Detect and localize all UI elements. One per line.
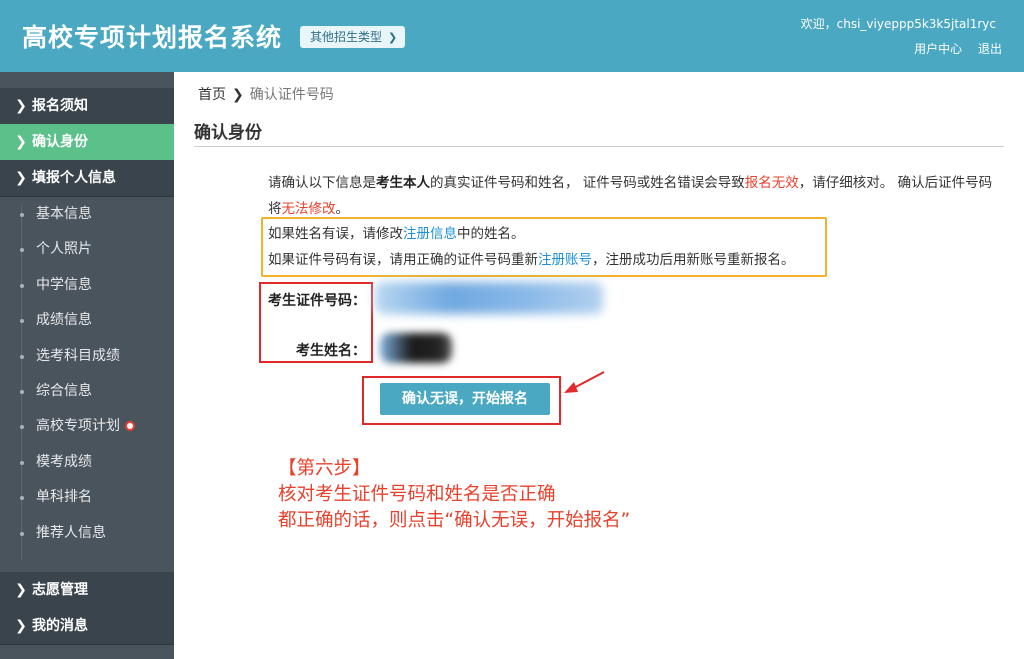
step-annotation: 【第六步】 核对考生证件号码和姓名是否正确 都正确的话，则点击“确认无误，开始报… [278,456,630,534]
notice-part: 。 [335,201,350,217]
notice-bold: 考生本人 [376,175,430,191]
bullet-icon [20,496,24,501]
hint-part: 如果姓名有误，请修改 [268,226,403,242]
step-annotation-title: 【第六步】 [278,458,371,479]
chevron-right-icon: ❯ [15,170,27,186]
sidebar-item-label: 填报个人信息 [32,170,116,186]
notice-warning: 无法修改 [281,201,336,217]
user-center-link[interactable]: 用户中心 [914,42,962,56]
id-number-label: 考生证件号码： [268,293,366,309]
breadcrumb: 首页 ❯ 确认证件号码 [198,84,334,104]
bullet-icon [20,283,24,288]
chevron-right-icon: ❯ [15,582,27,598]
sub-item-label: 选考科目成绩 [36,347,120,364]
register-account-link[interactable]: 注册账号 [538,252,592,268]
sidebar-sub-item-subject-rank[interactable]: 单科排名 [0,480,174,515]
sub-item-label: 个人照片 [36,241,92,258]
bullet-icon [20,389,24,394]
sidebar-sub-item-scores[interactable]: 成绩信息 [0,303,174,338]
sidebar-item-confirm-identity[interactable]: ❯ 确认身份 [0,124,174,161]
id-number-value-redacted [375,282,603,314]
sub-item-label: 成绩信息 [36,312,92,329]
app-title: 高校专项计划报名系统 [22,23,283,52]
sidebar: ❯ 报名须知 ❯ 确认身份 ❯ 填报个人信息 基本信息 个人照片 中学信息 成绩信息 … [0,72,174,659]
sidebar-sub-item-referee[interactable]: 推荐人信息 [0,516,174,551]
notice-warning: 报名无效 [744,175,799,191]
sidebar-item-label: 报名须知 [32,98,88,114]
bullet-icon [20,460,24,465]
hint-name: 如果姓名有误，请修改注册信息中的姓名。 [268,222,525,242]
sidebar-sub-list: 基本信息 个人照片 中学信息 成绩信息 选考科目成绩 综合信息 高校专项计划 模… [0,197,174,560]
status-dot-icon [125,421,135,432]
student-name-value-redacted [380,333,452,363]
bullet-icon [20,425,24,430]
step-annotation-line: 都正确的话，则点击“确认无误，开始报名” [278,510,631,531]
hint-part: 中的姓名。 [457,226,525,242]
top-header: 高校专项计划报名系统 其他招生类型 ❯ 欢迎，chsi_viyeppp5k3k5j… [0,0,1024,72]
sidebar-sub-item-general-info[interactable]: 综合信息 [0,374,174,409]
bullet-icon [20,319,24,324]
bullet-icon [20,531,24,536]
logout-link[interactable]: 退出 [978,42,1002,56]
sidebar-sub-item-mock-scores[interactable]: 模考成绩 [0,445,174,480]
registration-info-link[interactable]: 注册信息 [403,226,457,242]
bullet-icon [20,354,24,359]
page-title: 确认身份 [194,123,262,143]
sidebar-item-messages[interactable]: ❯ 我的消息 [0,608,174,645]
sub-item-label: 中学信息 [36,276,92,293]
user-links: 用户中心 退出 [902,40,1002,57]
sidebar-sub-item-special-plan[interactable]: 高校专项计划 [0,409,174,444]
sidebar-sub-item-elective-scores[interactable]: 选考科目成绩 [0,339,174,374]
hint-part: ，注册成功后用新账号重新报名。 [592,252,795,268]
sub-item-label: 高校专项计划 [36,418,120,435]
sub-item-label: 模考成绩 [36,453,92,470]
sub-item-label: 单科排名 [36,489,92,506]
chevron-right-icon: ❯ [15,618,27,634]
title-divider [194,146,1004,147]
sidebar-item-notice[interactable]: ❯ 报名须知 [0,88,174,125]
chevron-right-icon: ❯ [232,87,244,103]
welcome-text: 欢迎，chsi_viyeppp5k3k5jtal1ryc [800,17,996,31]
other-admission-types-button[interactable]: 其他招生类型 ❯ [300,26,406,48]
notice-text: 请确认以下信息是考生本人的真实证件号码和姓名， 证件号码或姓名错误会导致报名无效… [268,170,1003,222]
chevron-right-icon: ❯ [15,98,27,114]
sidebar-sub-item-photo[interactable]: 个人照片 [0,232,174,267]
notice-part: 的真实证件号码和姓名， 证件号码或姓名错误会导致 [430,175,745,191]
step-annotation-line: 核对考生证件号码和姓名是否正确 [278,484,556,505]
sub-item-label: 推荐人信息 [36,524,106,541]
sub-item-label: 综合信息 [36,382,92,399]
hint-part: 如果证件号码有误，请用正确的证件号码重新 [268,252,538,268]
confirm-start-button[interactable]: 确认无误，开始报名 [380,383,550,415]
sidebar-sub-item-basic-info[interactable]: 基本信息 [0,197,174,232]
sidebar-item-label: 确认身份 [32,134,88,150]
red-arrow-icon [564,371,605,393]
sidebar-item-label: 志愿管理 [32,582,88,598]
bullet-icon [20,213,24,217]
sidebar-item-volunteer[interactable]: ❯ 志愿管理 [0,572,174,609]
sidebar-item-label: 我的消息 [32,618,88,634]
sub-item-label: 基本信息 [36,206,92,222]
bullet-icon [20,248,24,253]
hint-id: 如果证件号码有误，请用正确的证件号码重新注册账号，注册成功后用新账号重新报名。 [268,248,795,268]
sidebar-sub-item-high-school[interactable]: 中学信息 [0,268,174,303]
student-name-label: 考生姓名： [296,343,366,359]
breadcrumb-home[interactable]: 首页 [198,87,226,103]
chevron-right-icon: ❯ [388,31,398,44]
other-types-label: 其他招生类型 [310,30,383,44]
sidebar-item-personal-info[interactable]: ❯ 填报个人信息 [0,160,174,197]
notice-part: 请确认以下信息是 [268,175,376,191]
breadcrumb-current: 确认证件号码 [249,87,334,103]
chevron-right-icon: ❯ [15,134,27,150]
